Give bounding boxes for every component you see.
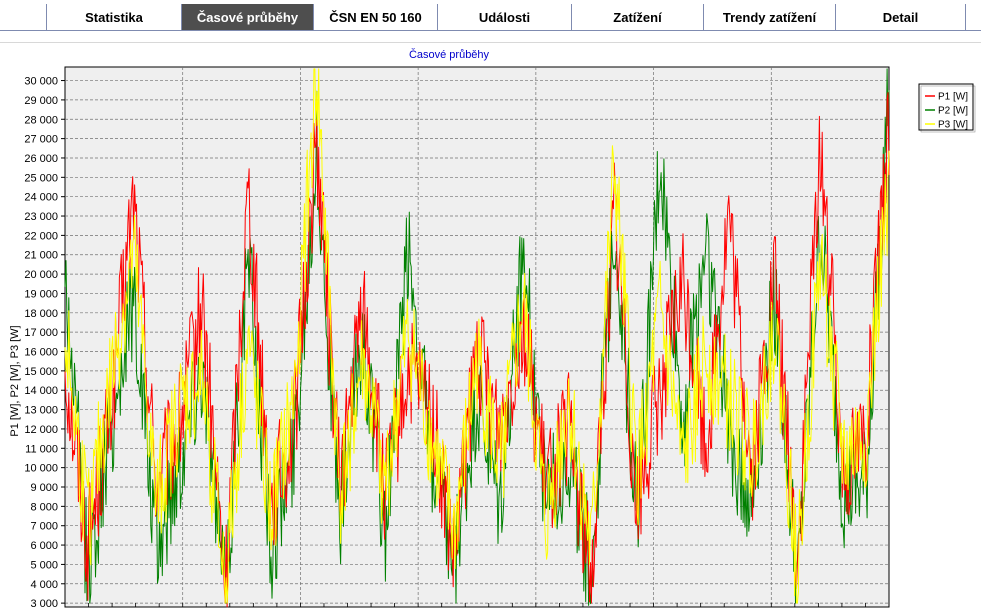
time-series-chart: Časové průběhy 3 000 4 000 5 000 6 000 7 000… xyxy=(0,44,981,608)
legend[interactable]: P1 [W] P2 [W] P3 [W] xyxy=(918,83,976,133)
y-tick-label: 14 000 xyxy=(24,385,58,397)
tab-zatizeni[interactable]: Zatížení xyxy=(572,4,704,30)
y-tick-label: 12 000 xyxy=(24,424,58,436)
y-tick-label: 8 000 xyxy=(30,501,58,513)
y-tick-label: 30 000 xyxy=(24,76,58,88)
tab-udalosti[interactable]: Události xyxy=(438,4,572,30)
y-tick-label: 3 000 xyxy=(30,598,58,608)
y-tick-label: 29 000 xyxy=(24,95,58,107)
y-tick-label: 18 000 xyxy=(24,308,58,320)
y-tick-label: 28 000 xyxy=(24,114,58,126)
y-tick-label: 19 000 xyxy=(24,288,58,300)
tab-trendy-zatizeni[interactable]: Trendy zatížení xyxy=(704,4,836,30)
y-tick-label: 6 000 xyxy=(30,540,58,552)
y-tick-label: 27 000 xyxy=(24,134,58,146)
chart-title: Časové průběhy xyxy=(409,48,490,61)
y-tick-label: 23 000 xyxy=(24,211,58,223)
y-tick-label: 16 000 xyxy=(24,347,58,359)
y-axis-label: P1 [W], P2 [W], P3 [W] xyxy=(9,325,21,436)
y-tick-label: 21 000 xyxy=(24,250,58,262)
y-tick-label: 25 000 xyxy=(24,172,58,184)
tab-csn-en-50160[interactable]: ČSN EN 50 160 xyxy=(314,4,438,30)
y-tick-label: 11 000 xyxy=(25,443,58,455)
legend-label-2: P2 [W] xyxy=(938,106,968,117)
tab-bar: Statistika Časové průběhy ČSN EN 50 160 … xyxy=(0,0,981,31)
y-tick-label: 5 000 xyxy=(30,559,58,571)
separator xyxy=(0,42,981,43)
y-tick-label: 13 000 xyxy=(24,405,58,417)
tab-casove-prubehy[interactable]: Časové průběhy xyxy=(182,4,314,30)
legend-label-3: P3 [W] xyxy=(938,120,968,131)
y-tick-label: 15 000 xyxy=(24,366,58,378)
tab-bar-underline xyxy=(0,30,981,31)
y-tick-label: 20 000 xyxy=(24,269,58,281)
tab-detail[interactable]: Detail xyxy=(836,4,966,30)
y-tick-label: 7 000 xyxy=(30,521,58,533)
legend-label-1: P1 [W] xyxy=(938,92,968,103)
y-tick-label: 26 000 xyxy=(24,153,58,165)
y-tick-label: 24 000 xyxy=(24,192,58,204)
y-tick-label: 22 000 xyxy=(24,230,58,242)
tab-statistika[interactable]: Statistika xyxy=(46,4,182,30)
y-tick-label: 17 000 xyxy=(24,327,58,339)
y-tick-label: 9 000 xyxy=(30,482,58,494)
y-tick-label: 10 000 xyxy=(24,463,58,475)
y-tick-label: 4 000 xyxy=(30,579,58,591)
